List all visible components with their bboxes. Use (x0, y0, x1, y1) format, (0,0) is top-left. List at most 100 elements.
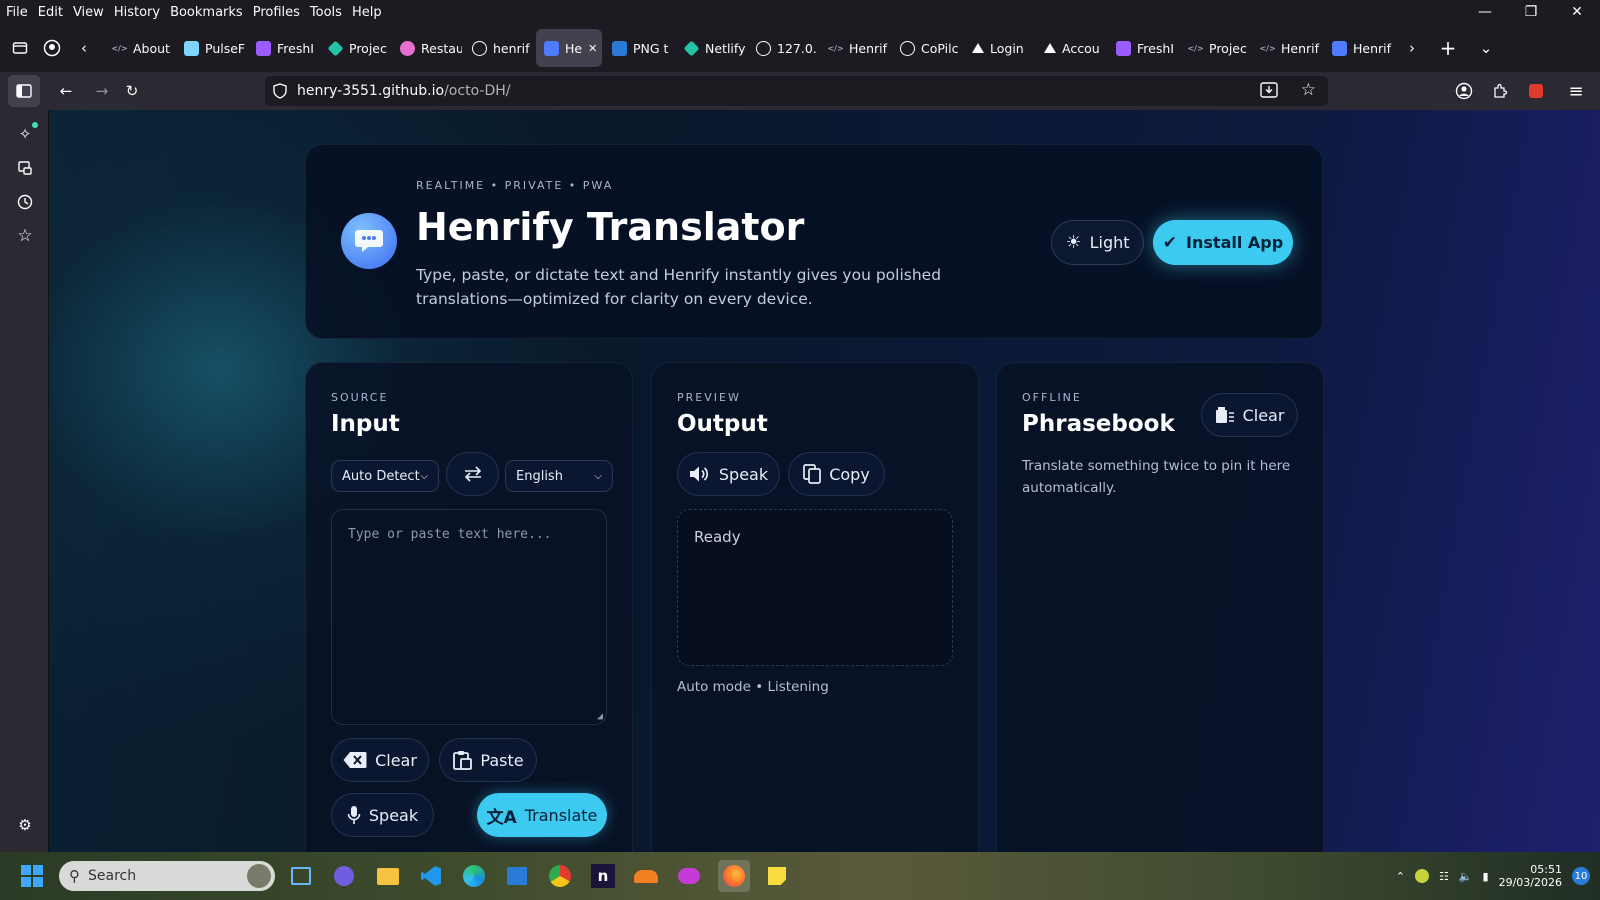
menu-history[interactable]: History (109, 5, 165, 20)
tab-6[interactable]: He ✕ (536, 29, 602, 67)
sticky-notes-icon[interactable] (761, 860, 793, 892)
game-controller-icon[interactable] (673, 860, 705, 892)
translate-button[interactable]: 文A Translate (477, 793, 607, 837)
translate-icon (1332, 40, 1347, 56)
tab-8[interactable]: Netlify (676, 29, 746, 67)
synced-tabs-icon[interactable] (14, 157, 36, 179)
copy-label: Copy (829, 464, 870, 484)
cloud-app-icon[interactable] (630, 860, 662, 892)
list-all-tabs-icon[interactable]: ⌄ (1470, 32, 1502, 64)
paste-button[interactable]: Paste (439, 738, 537, 782)
tab-1[interactable]: PulseF (176, 29, 246, 67)
show-hidden-icons-icon[interactable]: ⌃ (1396, 870, 1405, 883)
speak-input-button[interactable]: Speak (331, 793, 434, 837)
tab-14[interactable]: FreshI (1108, 29, 1178, 67)
swap-languages-button[interactable] (446, 452, 499, 496)
extension-red-icon[interactable] (1520, 75, 1552, 107)
settings-gear-icon[interactable]: ⚙ (14, 814, 36, 836)
forward-icon[interactable]: → (86, 75, 118, 107)
account-icon[interactable] (1448, 75, 1480, 107)
close-window-icon[interactable]: ✕ (1554, 0, 1600, 24)
notification-badge[interactable]: 10 (1572, 867, 1590, 885)
github-pinned-tab-icon[interactable] (36, 32, 68, 64)
sidebar-toggle-icon[interactable] (8, 75, 40, 107)
bookmark-star-icon[interactable]: ☆ (1301, 80, 1316, 100)
speak-output-button[interactable]: Speak (677, 452, 780, 496)
tab-10[interactable]: </> Henrif (820, 29, 890, 67)
reload-icon[interactable]: ↻ (116, 75, 148, 107)
tab-9[interactable]: 127.0. (748, 29, 818, 67)
file-explorer-icon[interactable] (372, 860, 404, 892)
windows-start-icon[interactable] (16, 860, 48, 892)
scroll-tabs-left-icon[interactable]: ‹ (68, 32, 100, 64)
copilot-tray-icon[interactable] (1414, 869, 1429, 883)
close-tab-icon[interactable]: ✕ (588, 42, 597, 55)
tab-17[interactable]: Henrif (1324, 29, 1394, 67)
bookmarks-icon[interactable]: ☆ (14, 225, 36, 247)
tab-11[interactable]: CoPilc (892, 29, 962, 67)
edge-icon[interactable] (458, 860, 490, 892)
tab-bar: ‹ </> About PulseF FreshI Projec Restau henrif… (0, 24, 1600, 72)
site-security-icon[interactable] (273, 83, 287, 99)
target-language-value: English (516, 468, 563, 484)
copy-button[interactable]: Copy (788, 452, 885, 496)
firefox-view-icon[interactable] (4, 32, 36, 64)
tab-label: Projec (349, 40, 387, 56)
extensions-icon[interactable] (1484, 75, 1516, 107)
swap-arrows-icon (464, 466, 481, 482)
code-icon: </> (1187, 43, 1204, 53)
scroll-tabs-right-icon[interactable]: › (1396, 32, 1428, 64)
app-menu-icon[interactable]: ≡ (1560, 75, 1592, 107)
ai-chatbot-icon[interactable]: ✧ (14, 122, 38, 145)
clock[interactable]: 05:51 29/03/2026 (1499, 863, 1562, 889)
translate-icon (544, 40, 559, 56)
tab-15[interactable]: </> Projec (1180, 29, 1250, 67)
menu-help[interactable]: Help (347, 5, 387, 20)
menu-tools[interactable]: Tools (305, 5, 347, 20)
tab-label: Login (990, 40, 1024, 56)
tab-3[interactable]: Projec (320, 29, 390, 67)
volume-icon[interactable]: 🔈 (1459, 870, 1473, 883)
taskbar-search[interactable]: ⚲ Search (59, 861, 275, 891)
history-icon[interactable] (14, 191, 36, 213)
install-page-icon[interactable] (1260, 82, 1278, 102)
new-tab-icon[interactable]: + (1432, 32, 1464, 64)
clear-phrasebook-button[interactable]: Clear (1201, 393, 1298, 437)
tab-5[interactable]: henrif (464, 29, 534, 67)
theme-toggle-button[interactable]: ☀ Light (1051, 220, 1144, 265)
tab-13[interactable]: Accou (1036, 29, 1106, 67)
resize-handle-icon[interactable]: ◢ (597, 711, 603, 722)
tab-12[interactable]: Login (964, 29, 1034, 67)
microsoft-store-icon[interactable] (501, 860, 533, 892)
tab-0[interactable]: </> About (104, 29, 174, 67)
source-language-select[interactable]: Auto Detect ⌵ (331, 460, 439, 492)
source-text-input[interactable]: Type or paste text here... ◢ (331, 509, 607, 725)
firefox-icon[interactable] (718, 860, 750, 892)
teams-meet-icon[interactable] (328, 860, 360, 892)
minimize-icon[interactable]: — (1462, 0, 1508, 24)
install-app-button[interactable]: ✔ Install App (1153, 220, 1293, 265)
menu-file[interactable]: File (0, 5, 33, 20)
tab-7[interactable]: PNG t (604, 29, 674, 67)
tab-4[interactable]: Restau (392, 29, 462, 67)
chrome-icon[interactable] (544, 860, 576, 892)
menu-bookmarks[interactable]: Bookmarks (165, 5, 248, 20)
code-icon: </> (111, 43, 128, 53)
hero-description: Type, paste, or dictate text and Henrify… (416, 266, 942, 308)
battery-icon[interactable]: ▮ (1483, 870, 1489, 883)
menu-profiles[interactable]: Profiles (248, 5, 305, 20)
task-view-icon[interactable] (285, 860, 317, 892)
network-icon[interactable]: ☷ (1439, 870, 1449, 883)
menu-edit[interactable]: Edit (33, 5, 68, 20)
notion-icon[interactable]: n (587, 860, 619, 892)
target-language-select[interactable]: English ⌵ (505, 460, 613, 492)
vscode-icon[interactable] (415, 860, 447, 892)
tab-2[interactable]: FreshI (248, 29, 318, 67)
restore-icon[interactable]: ❐ (1508, 0, 1554, 24)
tab-16[interactable]: </> Henrif (1252, 29, 1322, 67)
back-icon[interactable]: ← (50, 75, 82, 107)
chevron-down-icon: ⌵ (594, 470, 602, 482)
url-bar[interactable]: henry-3551.github.io/octo-DH/ ☆ (265, 76, 1328, 106)
menu-view[interactable]: View (68, 5, 109, 20)
clear-input-button[interactable]: Clear (331, 738, 429, 782)
